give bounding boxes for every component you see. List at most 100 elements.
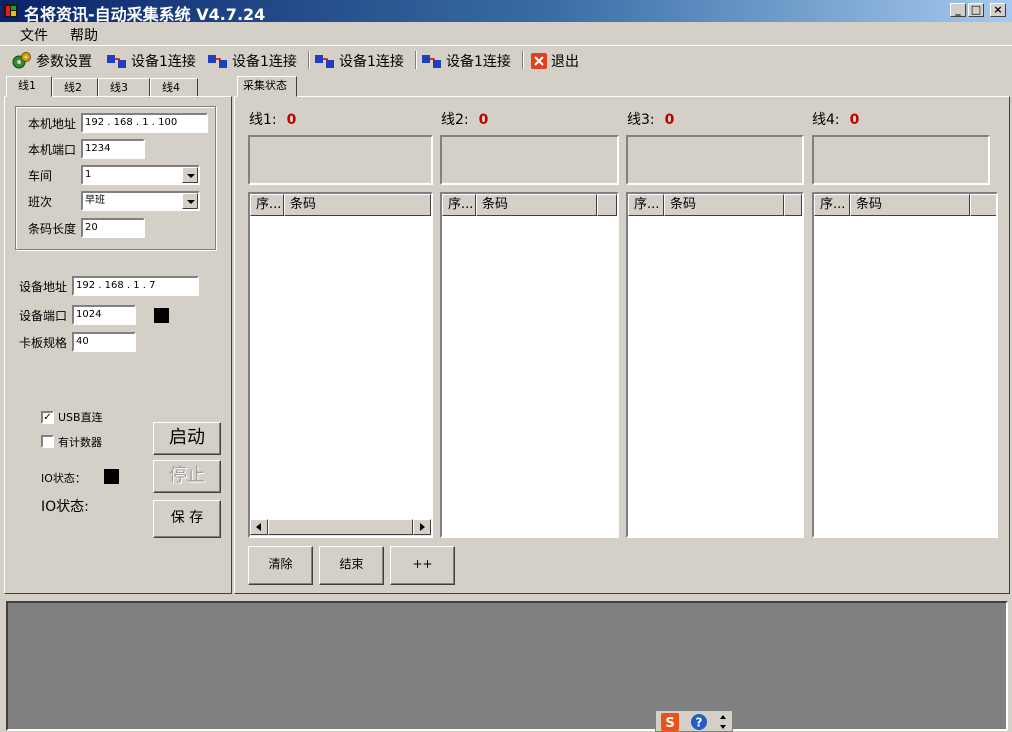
line1-display	[248, 135, 433, 185]
end-button[interactable]: 结束	[319, 546, 384, 585]
tab-collect-status[interactable]: 采集状态	[237, 76, 297, 97]
maximize-button[interactable]: □	[968, 3, 984, 17]
column-seq[interactable]: 序...	[814, 194, 850, 216]
arrow-right-icon	[420, 523, 425, 531]
sogou-s-icon[interactable]: S	[661, 713, 679, 731]
line4-header: 线4: 0	[812, 109, 859, 129]
expand-icon[interactable]	[718, 713, 728, 731]
counter-checkbox[interactable]	[41, 435, 54, 448]
line1-header: 线1: 0	[249, 109, 296, 129]
ime-toolbar[interactable]: S ?	[655, 710, 733, 732]
counter-label: 有计数器	[58, 436, 102, 449]
start-button[interactable]: 启动	[153, 422, 221, 455]
toolbar-separator	[522, 51, 524, 69]
scroll-left-button[interactable]	[250, 519, 268, 535]
io-status-label: IO状态：	[41, 472, 86, 485]
shift-select[interactable]: 早班	[81, 191, 200, 211]
line3-label: 线3:	[627, 112, 655, 128]
workshop-select[interactable]: 1	[81, 165, 200, 185]
barcode-length-label: 条码长度	[28, 222, 77, 236]
horizontal-scrollbar[interactable]	[250, 519, 431, 536]
save-button[interactable]: 保 存	[153, 500, 221, 538]
exit-button[interactable]: 退出	[530, 50, 579, 72]
local-ip-field[interactable]: 192 . 168 . 1 . 100	[81, 113, 208, 133]
device4-connect-button[interactable]: 设备1连接	[421, 50, 511, 72]
menu-bar: 文件 帮助	[0, 22, 1012, 44]
list-header: 序... 条码	[628, 194, 802, 216]
shift-value: 早班	[85, 195, 105, 206]
device-ip-label: 设备地址	[19, 280, 68, 294]
close-button[interactable]: ×	[990, 3, 1006, 17]
device1-connect-button[interactable]: 设备1连接	[106, 50, 196, 72]
io-status-indicator	[104, 469, 119, 484]
tab-line2[interactable]: 线2	[52, 78, 98, 98]
log-area[interactable]	[6, 601, 1008, 731]
network-connect-icon	[107, 55, 126, 68]
increment-button[interactable]: ++	[390, 546, 455, 585]
settings-label: 参数设置	[36, 54, 92, 70]
scroll-thumb[interactable]	[268, 519, 413, 535]
board-spec-label: 卡板规格	[19, 336, 68, 350]
device3-connect-button[interactable]: 设备1连接	[314, 50, 404, 72]
tab-line4[interactable]: 线4	[150, 78, 198, 98]
app-icon	[4, 4, 18, 18]
column-barcode[interactable]: 条码	[284, 194, 431, 216]
device-port-field[interactable]: 1024	[72, 305, 136, 325]
column-barcode[interactable]: 条码	[850, 194, 970, 216]
column-filler	[970, 194, 996, 216]
line3-display	[626, 135, 804, 185]
tab-line3[interactable]: 线3	[98, 78, 150, 98]
workshop-label: 车间	[28, 169, 53, 183]
exit-icon	[531, 53, 547, 69]
line1-barcode-list[interactable]: 序... 条码	[248, 192, 433, 538]
svg-text:?: ?	[696, 716, 703, 730]
stop-button[interactable]: 停止	[153, 460, 221, 493]
column-filler	[597, 194, 617, 216]
line2-label: 线2:	[441, 112, 469, 128]
network-connect-icon	[208, 55, 227, 68]
line3-header: 线3: 0	[627, 109, 674, 129]
scroll-right-button[interactable]	[413, 519, 431, 535]
line3-barcode-list[interactable]: 序... 条码	[626, 192, 804, 538]
local-port-field[interactable]: 1234	[81, 139, 145, 159]
column-barcode[interactable]: 条码	[664, 194, 784, 216]
line2-count: 0	[478, 112, 489, 128]
line1-count: 0	[286, 112, 297, 128]
column-seq[interactable]: 序...	[250, 194, 284, 216]
help-icon[interactable]: ?	[690, 713, 708, 731]
column-seq[interactable]: 序...	[442, 194, 476, 216]
io-status-text: IO状态:	[41, 499, 89, 515]
list-header: 序... 条码	[814, 194, 996, 216]
line4-label: 线4:	[812, 112, 840, 128]
toolbar: 参数设置 设备1连接 设备1连接 设备1连接 设备1连接 退出	[0, 45, 1012, 73]
line3-count: 0	[664, 112, 675, 128]
svg-text:S: S	[665, 716, 674, 731]
column-seq[interactable]: 序...	[628, 194, 664, 216]
board-spec-field[interactable]: 40	[72, 332, 136, 352]
chevron-down-icon[interactable]	[182, 193, 198, 209]
line2-barcode-list[interactable]: 序... 条码	[440, 192, 619, 538]
device2-connect-button[interactable]: 设备1连接	[207, 50, 297, 72]
device-status-indicator	[154, 308, 169, 323]
exit-label: 退出	[551, 54, 579, 70]
line1-label: 线1:	[249, 112, 277, 128]
column-barcode[interactable]: 条码	[476, 194, 597, 216]
line4-barcode-list[interactable]: 序... 条码	[812, 192, 998, 538]
menu-file[interactable]: 文件	[20, 25, 48, 45]
device2-connect-label: 设备1连接	[232, 54, 297, 70]
usb-direct-checkbox[interactable]: ✓	[41, 411, 54, 424]
device4-connect-label: 设备1连接	[446, 54, 511, 70]
barcode-length-field[interactable]: 20	[81, 218, 145, 238]
network-connect-icon	[422, 55, 441, 68]
menu-help[interactable]: 帮助	[70, 25, 98, 45]
settings-button[interactable]: 参数设置	[11, 50, 92, 72]
tab-line1[interactable]: 线1	[6, 76, 52, 97]
cog-icon	[12, 52, 31, 69]
clear-button[interactable]: 清除	[248, 546, 313, 585]
chevron-down-icon[interactable]	[182, 167, 198, 183]
list-header: 序... 条码	[442, 194, 617, 216]
minimize-button[interactable]: _	[950, 3, 966, 17]
title-bar[interactable]: 名将资讯-自动采集系统 V4.7.24 _ □ ×	[0, 0, 1012, 24]
local-ip-label: 本机地址	[28, 117, 77, 131]
device-ip-field[interactable]: 192 . 168 . 1 . 7	[72, 276, 199, 296]
